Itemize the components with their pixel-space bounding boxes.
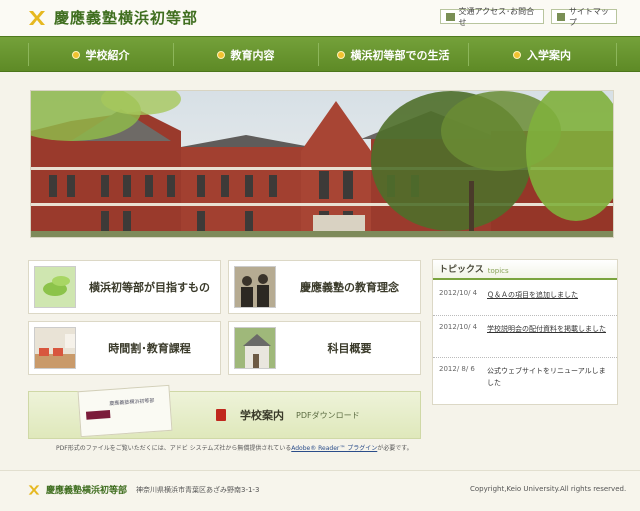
pdf-banner-title: 学校案内	[240, 409, 284, 422]
brochure-cover-image: 慶應義塾横浜初等部	[77, 384, 173, 438]
nav-item-label: 教育内容	[230, 48, 275, 62]
footer-copyright: Copyright,Keio University.All rights res…	[470, 485, 627, 493]
topic-date: 2012/10/ 4	[439, 323, 478, 331]
hero-campus-photo	[30, 90, 614, 238]
nav-item-school-life[interactable]: 横浜初等部での生活	[318, 37, 468, 72]
topics-subtitle: topics	[487, 267, 509, 275]
pdf-banner-subtitle: PDFダウンロード	[296, 411, 360, 420]
pdf-note-prefix: PDF形式のファイルをご覧いただくには、アドビ システムズ社から無償提供されてい…	[56, 445, 292, 452]
topic-link[interactable]: 学校説明会の配付資料を掲載しました	[487, 323, 609, 335]
nav-item-label: 学校紹介	[85, 48, 130, 62]
topics-header: トピックス topics	[433, 260, 617, 280]
card-label: 横浜初等部が目指すもの	[89, 281, 210, 294]
topics-title: トピックス	[439, 265, 484, 275]
topic-item: 2012/ 8/ 6 公式ウェブサイトをリニューアルしました	[433, 358, 617, 404]
card-label: 慶應義塾の教育理念	[300, 281, 399, 294]
sprout-thumbnail	[34, 266, 76, 308]
site-header: 慶應義塾横浜初等部 交通アクセス･お問合せ サイトマップ	[0, 0, 640, 36]
access-contact-label: 交通アクセス･お問合せ	[458, 6, 535, 27]
global-nav: 学校紹介 教育内容 横浜初等部での生活 入学案内	[0, 36, 640, 72]
sitemap-link[interactable]: サイトマップ	[551, 7, 617, 27]
footer-site-name: 慶應義塾横浜初等部	[46, 486, 128, 496]
footer-address: 神奈川県横浜市青葉区あざみ野南3-1-3	[136, 486, 260, 494]
nav-item-admission[interactable]: 入学案内	[468, 37, 616, 72]
card-school-goals[interactable]: 横浜初等部が目指すもの	[28, 260, 221, 314]
pen-logo-icon	[28, 485, 40, 495]
train-icon	[446, 12, 455, 21]
card-label: 時間割･教育課程	[108, 342, 191, 355]
site-footer: 慶應義塾横浜初等部 神奈川県横浜市青葉区あざみ野南3-1-3 Copyright…	[0, 470, 640, 511]
building-thumbnail	[234, 327, 276, 369]
topic-item: 2012/10/ 4 Ｑ＆Ａの項目を追加しました	[433, 282, 617, 316]
nav-bullet-icon	[336, 50, 345, 59]
brochure-cover-title: 慶應義塾横浜初等部	[109, 397, 155, 408]
adobe-reader-link[interactable]: Adobe® Reader™ プラグイン	[291, 445, 377, 452]
topic-link[interactable]: Ｑ＆Ａの項目を追加しました	[487, 289, 609, 301]
nav-bullet-icon	[513, 50, 521, 59]
brochure-pdf-download-banner[interactable]: 慶應義塾横浜初等部 学校案内 PDFダウンロード	[28, 384, 421, 439]
card-education-philosophy[interactable]: 慶應義塾の教育理念	[228, 260, 421, 314]
classroom-thumbnail	[34, 327, 76, 369]
pdf-note-suffix: が必要です。	[377, 445, 413, 452]
sitemap-icon	[557, 12, 565, 21]
pen-logo-icon	[29, 10, 45, 25]
site-name: 慶應義塾横浜初等部	[54, 9, 199, 27]
topic-text: 公式ウェブサイトをリニューアルしました	[487, 367, 606, 387]
topics-panel: トピックス topics 2012/10/ 4 Ｑ＆Ａの項目を追加しました 20…	[432, 259, 618, 405]
nav-item-label: 横浜初等部での生活	[350, 48, 450, 62]
pdf-reader-note: PDF形式のファイルをご覧いただくには、アドビ システムズ社から無償提供されてい…	[56, 443, 426, 452]
founders-photo-thumbnail	[234, 266, 276, 308]
nav-divider	[616, 43, 617, 66]
nav-item-label: 入学案内	[527, 48, 571, 62]
card-label: 科目概要	[327, 342, 372, 355]
brochure-accent-strip	[85, 410, 111, 420]
nav-bullet-icon	[216, 50, 225, 59]
nav-item-school-intro[interactable]: 学校紹介	[28, 37, 173, 72]
card-subject-overview[interactable]: 科目概要	[228, 321, 421, 375]
nav-bullet-icon	[71, 50, 80, 59]
card-timetable-curriculum[interactable]: 時間割･教育課程	[28, 321, 221, 375]
campus-building-image	[31, 91, 613, 237]
site-logo[interactable]: 慶應義塾横浜初等部	[28, 7, 198, 28]
topic-date: 2012/10/ 4	[439, 289, 478, 297]
access-contact-link[interactable]: 交通アクセス･お問合せ	[440, 7, 544, 27]
pdf-icon	[216, 409, 226, 421]
nav-item-education[interactable]: 教育内容	[173, 37, 318, 72]
topic-item: 2012/10/ 4 学校説明会の配付資料を掲載しました	[433, 316, 617, 358]
topic-date: 2012/ 8/ 6	[439, 365, 475, 373]
sitemap-label: サイトマップ	[568, 6, 609, 27]
